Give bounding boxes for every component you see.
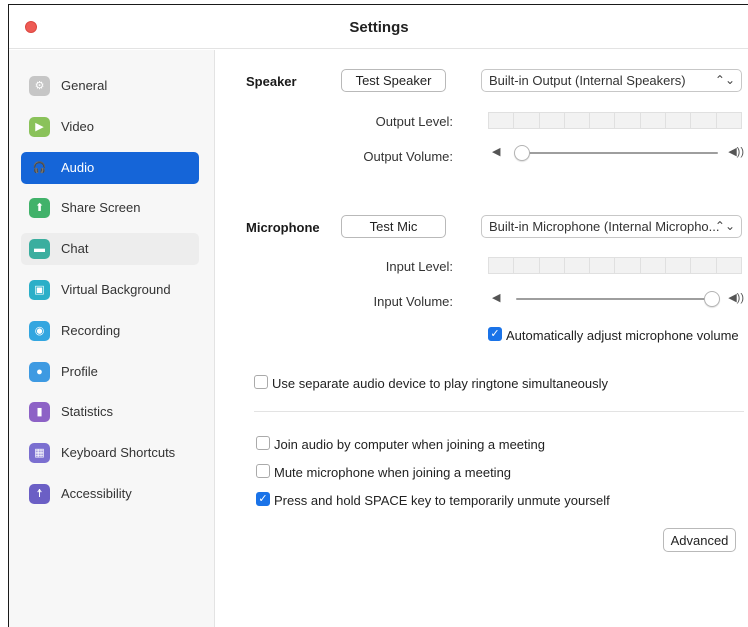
virtual-background-icon: ▣ (29, 280, 50, 300)
sidebar-item-audio[interactable]: 🎧 Audio (21, 152, 199, 184)
accessibility-icon: ☨ (29, 484, 50, 504)
sidebar-item-share-screen[interactable]: ⬆ Share Screen (21, 192, 199, 224)
meter-segment (666, 113, 691, 128)
keyboard-icon: ▦ (29, 443, 50, 463)
join-audio-checkbox[interactable] (256, 436, 270, 450)
sidebar: ⚙ General ▶ Video 🎧 Audio ⬆ Share Screen ▬ Chat ▣ V… (9, 50, 215, 627)
sidebar-item-label: Share Screen (61, 200, 141, 215)
sidebar-item-profile[interactable]: ● Profile (21, 356, 199, 388)
meter-segment (514, 258, 539, 273)
meter-segment (666, 258, 691, 273)
volume-high-icon: ◀)) (728, 292, 744, 304)
slider-track (516, 298, 718, 300)
headphones-icon: 🎧 (32, 161, 47, 174)
meter-segment (615, 258, 640, 273)
sidebar-item-label: Chat (61, 241, 89, 256)
select-chevron-icon: ⌃⌄ (714, 219, 735, 233)
sidebar-item-label: Audio (61, 160, 95, 175)
meter-segment (489, 258, 514, 273)
separate-ringtone-checkbox[interactable] (254, 375, 268, 389)
microphone-section-label: Microphone (246, 220, 320, 235)
statistics-icon: ▮ (29, 402, 50, 422)
sidebar-item-keyboard-shortcuts[interactable]: ▦ Keyboard Shortcuts (21, 437, 199, 469)
meter-segment (640, 113, 666, 128)
meter-segment (615, 113, 640, 128)
output-level-label: Output Level: (375, 114, 453, 129)
sidebar-item-label: Recording (61, 323, 121, 338)
sidebar-item-label: Video (61, 119, 95, 134)
sidebar-item-recording[interactable]: ◉ Recording (21, 315, 199, 347)
gear-icon: ⚙ (29, 76, 50, 96)
sidebar-item-label: General (61, 78, 108, 93)
meter-segment (539, 113, 564, 128)
sidebar-item-general[interactable]: ⚙ General (21, 70, 199, 102)
sidebar-item-label: Profile (61, 364, 98, 379)
slider-track (516, 152, 718, 154)
microphone-device-select[interactable]: Built-in Microphone (Internal Micropho..… (481, 215, 742, 238)
advanced-button[interactable]: Advanced (663, 528, 736, 552)
join-audio-label: Join audio by computer when joining a me… (274, 437, 546, 452)
mute-on-join-label: Mute microphone when joining a meeting (274, 465, 512, 480)
output-level-meter (488, 112, 742, 129)
sidebar-item-label: Statistics (61, 404, 114, 419)
sidebar-item-label: Virtual Background (61, 282, 171, 297)
meter-segment (691, 258, 716, 273)
space-unmute-label: Press and hold SPACE key to temporarily … (274, 493, 610, 508)
meter-segment (590, 258, 615, 273)
speaker-section-label: Speaker (246, 74, 297, 89)
meter-segment (514, 113, 539, 128)
meter-segment (691, 113, 716, 128)
section-divider (254, 411, 744, 412)
chat-bubble-icon: ▬ (29, 239, 50, 259)
sidebar-item-label: Accessibility (61, 486, 132, 501)
meter-segment (564, 113, 590, 128)
share-screen-icon: ⬆ (29, 198, 50, 218)
mute-on-join-checkbox[interactable] (256, 464, 270, 478)
sidebar-item-video[interactable]: ▶ Video (21, 111, 199, 143)
auto-adjust-mic-label: Automatically adjust microphone volume (506, 328, 739, 343)
output-volume-label: Output Volume: (363, 149, 453, 164)
title-bar: Settings (9, 5, 748, 49)
meter-segment (716, 113, 741, 128)
meter-segment (489, 113, 514, 128)
input-level-label: Input Level: (385, 259, 453, 274)
input-volume-slider[interactable]: ◀ ◀)) (492, 291, 744, 307)
sidebar-item-statistics[interactable]: ▮ Statistics (21, 396, 199, 428)
sidebar-item-virtual-background[interactable]: ▣ Virtual Background (21, 274, 199, 306)
meter-segment (716, 258, 741, 273)
input-level-meter (488, 257, 742, 274)
profile-icon: ● (29, 362, 50, 382)
auto-adjust-mic-checkbox[interactable]: ✓ (488, 327, 502, 341)
sidebar-item-accessibility[interactable]: ☨ Accessibility (21, 478, 199, 510)
volume-low-icon: ◀ (492, 292, 501, 304)
volume-high-icon: ◀)) (728, 146, 744, 158)
settings-window: Settings ⚙ General ▶ Video 🎧 Audio ⬆ Share Scre… (8, 4, 748, 627)
meter-segment (640, 258, 666, 273)
output-volume-slider[interactable]: ◀ ◀)) (492, 145, 744, 161)
microphone-device-value: Built-in Microphone (Internal Micropho..… (489, 219, 720, 234)
input-volume-label: Input Volume: (373, 294, 454, 309)
test-mic-button[interactable]: Test Mic (341, 215, 446, 238)
audio-settings-panel: Speaker Test Speaker Built-in Output (In… (216, 50, 748, 627)
separate-ringtone-label: Use separate audio device to play ringto… (272, 376, 609, 391)
speaker-device-value: Built-in Output (Internal Speakers) (489, 73, 686, 88)
slider-knob[interactable] (514, 145, 531, 161)
recording-icon: ◉ (29, 321, 50, 341)
select-chevron-icon: ⌃⌄ (714, 73, 735, 87)
test-speaker-button[interactable]: Test Speaker (341, 69, 446, 92)
video-camera-icon: ▶ (29, 117, 50, 137)
speaker-device-select[interactable]: Built-in Output (Internal Speakers) ⌃⌄ (481, 69, 742, 92)
sidebar-item-chat[interactable]: ▬ Chat (21, 233, 199, 265)
slider-knob[interactable] (703, 291, 720, 307)
space-unmute-checkbox[interactable]: ✓ (256, 492, 270, 506)
meter-segment (564, 258, 590, 273)
meter-segment (590, 113, 615, 128)
volume-low-icon: ◀ (492, 146, 501, 158)
meter-segment (539, 258, 564, 273)
window-title: Settings (349, 19, 409, 36)
sidebar-item-label: Keyboard Shortcuts (61, 445, 176, 460)
